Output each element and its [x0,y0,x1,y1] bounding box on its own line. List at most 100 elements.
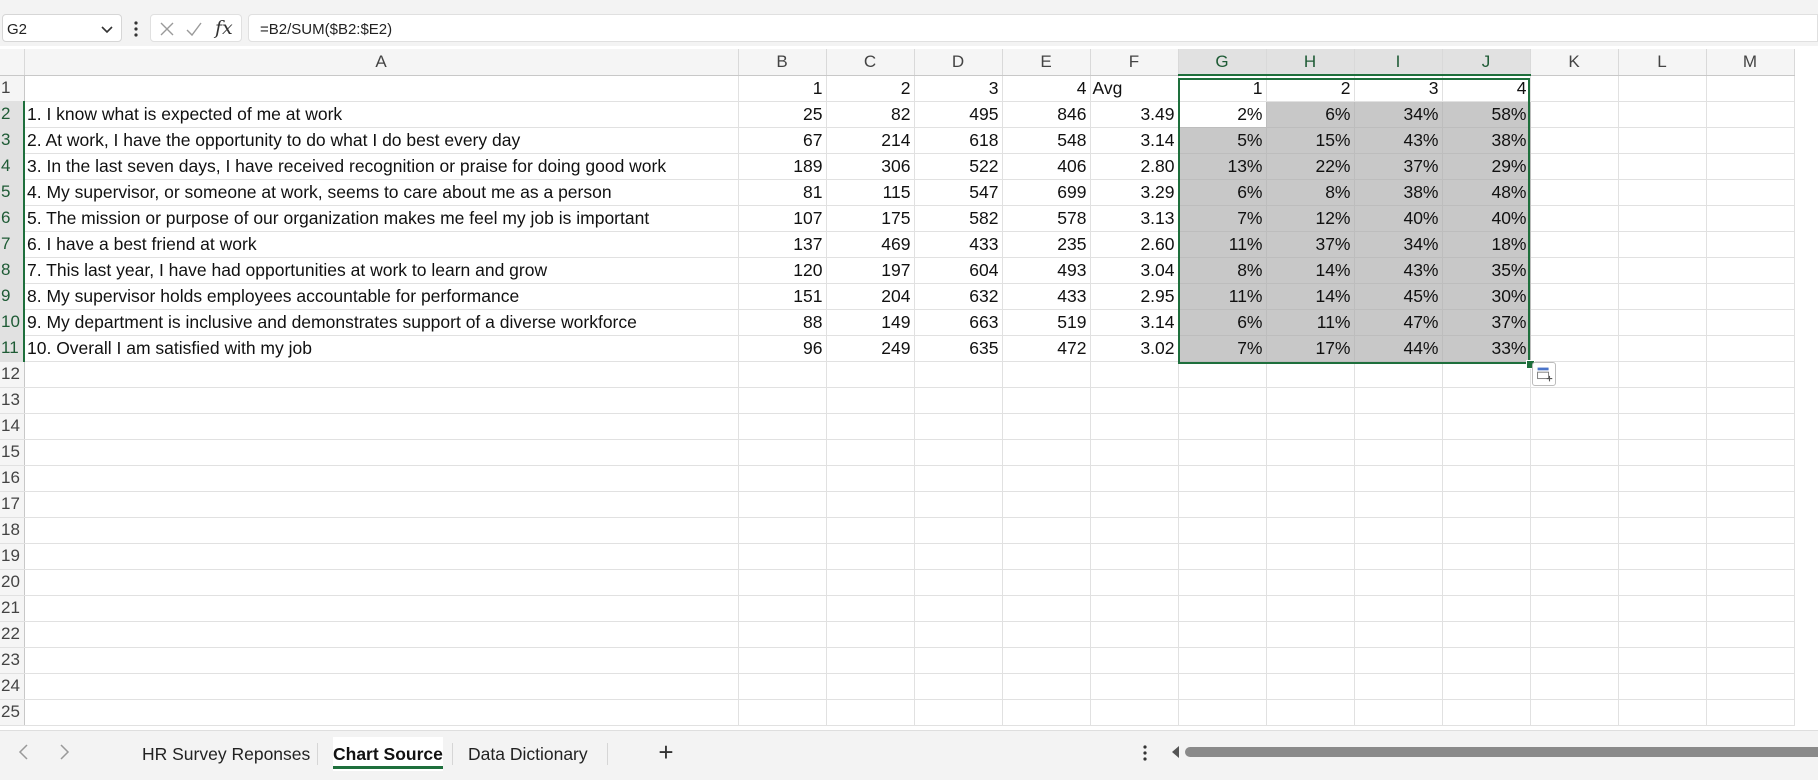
row-header[interactable]: 18 [0,517,25,544]
cell[interactable] [914,647,1003,674]
cell[interactable] [1266,465,1355,492]
cell[interactable] [1090,647,1179,674]
cell[interactable]: 7% [1178,335,1267,362]
cell[interactable] [1090,543,1179,570]
cell[interactable] [1530,231,1619,258]
cell[interactable] [826,673,915,700]
cell[interactable] [1530,205,1619,232]
cell[interactable]: 22% [1266,153,1355,180]
cell[interactable] [1266,673,1355,700]
cell[interactable] [24,543,739,570]
cell[interactable]: Avg [1090,75,1179,102]
cell[interactable] [1618,413,1707,440]
cell[interactable] [1530,517,1619,544]
cell[interactable]: 8% [1178,257,1267,284]
cell[interactable] [1266,491,1355,518]
cell[interactable] [24,75,739,102]
cell[interactable] [914,621,1003,648]
cell[interactable]: 582 [914,205,1003,232]
cell[interactable]: 58% [1442,101,1531,128]
cell[interactable] [1442,595,1531,622]
cell[interactable]: 149 [826,309,915,336]
cell[interactable] [1530,569,1619,596]
cell[interactable] [1706,569,1795,596]
cell[interactable] [1178,439,1267,466]
cell[interactable] [1002,699,1091,726]
cell[interactable]: 433 [914,231,1003,258]
cell[interactable] [1530,647,1619,674]
select-all-corner[interactable] [0,49,25,76]
cell[interactable]: 3.14 [1090,309,1179,336]
cell[interactable] [1090,517,1179,544]
cell[interactable]: 137 [738,231,827,258]
chevron-left-icon[interactable] [13,741,35,763]
cell[interactable]: 40% [1354,205,1443,232]
cell[interactable]: 1 [1178,75,1267,102]
cell[interactable] [1618,387,1707,414]
cell[interactable] [738,673,827,700]
cell[interactable] [1354,543,1443,570]
cell[interactable]: 34% [1354,231,1443,258]
quick-analysis-icon[interactable] [1532,362,1556,386]
cell[interactable] [24,621,739,648]
cell[interactable] [1706,127,1795,154]
cell[interactable]: 3 [914,75,1003,102]
cell[interactable] [1618,647,1707,674]
cell[interactable] [1090,569,1179,596]
cell[interactable] [1266,361,1355,388]
cell[interactable]: 3.49 [1090,101,1179,128]
cell[interactable] [1530,257,1619,284]
cell[interactable] [1706,543,1795,570]
row-header[interactable]: 17 [0,491,25,518]
cell[interactable]: 151 [738,283,827,310]
cell[interactable]: 635 [914,335,1003,362]
cell[interactable] [24,517,739,544]
cell[interactable] [1354,465,1443,492]
cell[interactable]: 519 [1002,309,1091,336]
cell[interactable]: 3.13 [1090,205,1179,232]
cell[interactable]: 433 [1002,283,1091,310]
cell[interactable]: 1 [738,75,827,102]
cell[interactable] [1706,491,1795,518]
cell[interactable]: 14% [1266,257,1355,284]
cell[interactable] [738,439,827,466]
cell[interactable]: 15% [1266,127,1355,154]
cell[interactable] [1354,491,1443,518]
row-header[interactable]: 6 [0,205,25,232]
cell[interactable]: 306 [826,153,915,180]
cell[interactable] [1090,361,1179,388]
cell[interactable] [1178,387,1267,414]
cell[interactable] [1618,673,1707,700]
cell[interactable]: 11% [1178,283,1267,310]
cell[interactable]: 3.04 [1090,257,1179,284]
cell[interactable] [1178,543,1267,570]
cell[interactable]: 11% [1266,309,1355,336]
tab-hr-survey-reponses[interactable]: HR Survey Reponses [142,737,310,771]
cell[interactable] [1530,75,1619,102]
row-header[interactable]: 2 [0,101,25,128]
cell[interactable] [1178,699,1267,726]
cell[interactable]: 846 [1002,101,1091,128]
cell[interactable]: 37% [1266,231,1355,258]
cell[interactable]: 2.60 [1090,231,1179,258]
cell[interactable] [1354,517,1443,544]
column-header-i[interactable]: I [1354,49,1443,76]
cell[interactable] [1618,75,1707,102]
row-header[interactable]: 8 [0,257,25,284]
cell[interactable] [738,569,827,596]
cell[interactable]: 48% [1442,179,1531,206]
cell[interactable]: 663 [914,309,1003,336]
cell[interactable] [1266,569,1355,596]
cell[interactable] [1442,647,1531,674]
cell[interactable]: 495 [914,101,1003,128]
cell[interactable] [1354,387,1443,414]
row-header[interactable]: 9 [0,283,25,310]
cell[interactable] [1178,413,1267,440]
cell[interactable] [1530,673,1619,700]
cell[interactable] [914,517,1003,544]
cell[interactable] [1090,595,1179,622]
cell[interactable] [1442,491,1531,518]
cell[interactable]: 522 [914,153,1003,180]
cell[interactable] [1002,465,1091,492]
cell[interactable] [914,569,1003,596]
